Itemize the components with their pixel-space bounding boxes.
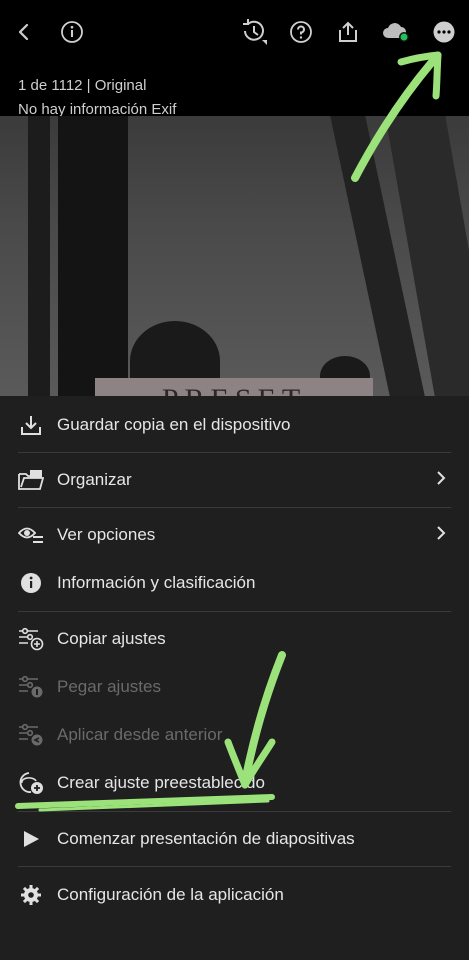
download-icon [18, 412, 44, 438]
more-options-icon[interactable] [428, 16, 460, 48]
info-icon[interactable] [56, 16, 88, 48]
menu-item-apply-previous[interactable]: Aplicar desde anterior [0, 711, 469, 759]
divider [18, 811, 451, 812]
chevron-right-icon [435, 525, 447, 546]
history-icon[interactable] [238, 16, 270, 48]
menu-item-label: Ver opciones [57, 525, 156, 544]
divider [18, 507, 451, 508]
menu-item-label: Comenzar presentación de diapositivas [57, 829, 355, 848]
gear-icon [18, 882, 44, 908]
divider [18, 611, 451, 612]
menu-item-paste-settings[interactable]: Pegar ajustes [0, 663, 469, 711]
menu-item-organize[interactable]: Organizar [0, 456, 469, 504]
menu-item-label: Información y clasificación [57, 573, 256, 592]
top-toolbar [0, 0, 469, 64]
menu-item-label: Crear ajuste preestablecido [57, 773, 265, 792]
photo-preview: PRESET [0, 116, 469, 396]
help-icon[interactable] [285, 16, 317, 48]
info-icon [18, 570, 44, 596]
menu-item-label: Copiar ajustes [57, 629, 166, 648]
menu-item-app-settings[interactable]: Configuración de la aplicación [0, 871, 469, 919]
preset-overlay-text: PRESET [95, 378, 373, 396]
chevron-right-icon [435, 470, 447, 491]
photo-counter: 1 de 1112 | Original [18, 77, 147, 94]
divider [18, 866, 451, 867]
menu-item-label: Aplicar desde anterior [57, 725, 223, 744]
create-preset-icon [18, 770, 44, 796]
menu-item-slideshow[interactable]: Comenzar presentación de diapositivas [0, 815, 469, 863]
menu-item-label: Configuración de la aplicación [57, 885, 284, 904]
menu-item-create-preset[interactable]: Crear ajuste preestablecido [0, 759, 469, 807]
menu-item-label: Guardar copia en el dispositivo [57, 415, 291, 434]
cloud-sync-icon[interactable] [380, 16, 412, 48]
paste-settings-icon [18, 674, 44, 700]
folder-image-icon [18, 467, 44, 493]
share-icon[interactable] [332, 16, 364, 48]
action-sheet: Guardar copia en el dispositivo Organiza… [0, 396, 469, 960]
menu-item-view-options[interactable]: Ver opciones [0, 511, 469, 559]
view-options-icon [18, 522, 44, 548]
divider [18, 452, 451, 453]
copy-settings-icon [18, 626, 44, 652]
menu-item-copy-settings[interactable]: Copiar ajustes [0, 615, 469, 663]
play-icon [18, 826, 44, 852]
back-chevron-icon[interactable] [8, 16, 40, 48]
menu-item-save-copy[interactable]: Guardar copia en el dispositivo [0, 401, 469, 449]
menu-item-label: Organizar [57, 470, 132, 489]
menu-item-info-rating[interactable]: Información y clasificación [0, 559, 469, 607]
menu-item-label: Pegar ajustes [57, 677, 161, 696]
apply-previous-icon [18, 722, 44, 748]
